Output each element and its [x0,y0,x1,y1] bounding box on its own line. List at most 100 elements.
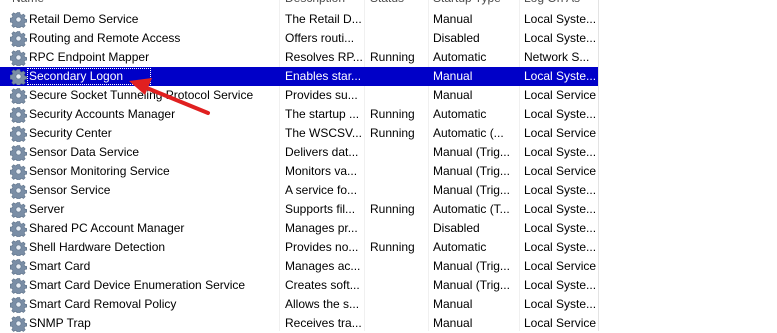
service-status: Running [370,240,415,254]
service-log-on-as: Local Service [524,164,597,178]
service-startup-type: Disabled [433,31,480,45]
service-startup-type: Automatic [433,50,487,64]
service-row[interactable]: Smart Card Removal Policy Allows the s..… [0,295,598,314]
service-startup-type: Automatic [433,107,487,121]
service-row[interactable]: Server Supports fil... Running Automatic… [0,200,598,219]
service-row[interactable]: Routing and Remote Access Offers routi..… [0,29,598,48]
service-name: Smart Card [29,259,91,273]
service-row[interactable]: Security Accounts Manager The startup ..… [0,105,598,124]
service-startup-type: Manual (Trig... [433,183,510,197]
gear-icon [10,278,27,294]
service-status [370,295,428,314]
service-status: Running [370,107,415,121]
service-startup-type: Manual [433,297,473,311]
gear-icon [10,107,27,123]
gear-icon [10,126,27,142]
column-header-description[interactable]: Description [285,0,345,8]
column-header-status[interactable]: Status [370,0,404,8]
service-description: Provides no... [285,240,359,254]
service-row[interactable]: Sensor Monitoring Service Monitors va...… [0,162,598,181]
service-row[interactable]: Security Center The WSCSV... Running Aut… [0,124,598,143]
service-row[interactable]: Smart Card Manages ac... Manual (Trig...… [0,257,598,276]
service-startup-type: Manual (Trig... [433,278,510,292]
service-row[interactable]: SNMP Trap Receives tra... Manual Local S… [0,314,598,333]
gear-icon [10,259,27,275]
service-rows: Retail Demo Service The Retail D... Manu… [0,10,598,333]
service-status: Running [370,50,415,64]
service-row[interactable]: Secondary Logon Enables star... Manual L… [0,67,598,86]
service-status [370,29,428,48]
service-name: Routing and Remote Access [29,31,181,45]
service-name: SNMP Trap [29,316,91,330]
service-description: Allows the s... [285,297,360,311]
service-status [370,143,428,162]
service-startup-type: Automatic [433,240,487,254]
service-log-on-as: Local Syste... [524,145,597,159]
service-log-on-as: Local Syste... [524,69,597,83]
service-name: Security Center [29,126,112,140]
list-right-edge [598,0,599,331]
service-name: Sensor Data Service [29,145,140,159]
gear-icon [10,164,27,180]
column-header-startup-type[interactable]: Startup Type [433,0,501,8]
service-row[interactable]: Secure Socket Tunneling Protocol Service… [0,86,598,105]
service-row[interactable]: Retail Demo Service The Retail D... Manu… [0,10,598,29]
service-row[interactable]: Shell Hardware Detection Provides no... … [0,238,598,257]
service-startup-type: Manual (Trig... [433,259,510,273]
service-log-on-as: Local Syste... [524,107,597,121]
gear-icon [10,50,27,66]
service-status [370,86,428,105]
service-log-on-as: Local Syste... [524,221,597,235]
service-log-on-as: Local Syste... [524,183,597,197]
service-description: The WSCSV... [285,126,362,140]
service-startup-type: Manual (Trig... [433,145,510,159]
service-description: The startup ... [285,107,360,121]
service-log-on-as: Network S... [524,50,590,64]
service-name: Smart Card Removal Policy [29,297,177,311]
service-row[interactable]: Sensor Service A service fo... Manual (T… [0,181,598,200]
service-status [370,219,428,238]
service-description: Supports fil... [285,202,356,216]
service-log-on-as: Local Syste... [524,278,597,292]
service-startup-type: Automatic (T... [433,202,510,216]
service-status [370,276,428,295]
service-name: Shell Hardware Detection [29,240,166,254]
gear-icon [10,221,27,237]
service-description: Resolves RP... [285,50,363,64]
service-description: Manages pr... [285,221,358,235]
service-startup-type: Manual [433,12,473,26]
service-row[interactable]: Shared PC Account Manager Manages pr... … [0,219,598,238]
service-status [370,162,428,181]
service-startup-type: Disabled [433,221,480,235]
service-log-on-as: Local Service [524,316,597,330]
service-name: Smart Card Device Enumeration Service [29,278,246,292]
service-description: Enables star... [285,69,362,83]
gear-icon [10,12,27,28]
service-row[interactable]: RPC Endpoint Mapper Resolves RP... Runni… [0,48,598,67]
service-log-on-as: Local Syste... [524,240,597,254]
service-row[interactable]: Sensor Data Service Delivers dat... Manu… [0,143,598,162]
column-header-name[interactable]: Name [12,0,44,8]
column-header-log-on-as[interactable]: Log On As [524,0,580,8]
service-startup-type: Automatic (... [433,126,504,140]
service-name: Retail Demo Service [29,12,139,26]
service-status [370,314,428,333]
gear-icon [10,316,27,332]
service-log-on-as: Local Syste... [524,31,597,45]
service-description: Provides su... [285,88,358,102]
service-description: Delivers dat... [285,145,359,159]
service-name: Shared PC Account Manager [29,221,185,235]
service-startup-type: Manual [433,316,473,330]
service-row[interactable]: Smart Card Device Enumeration Service Cr… [0,276,598,295]
gear-icon [10,145,27,161]
service-description: Receives tra... [285,316,362,330]
gear-icon [10,88,27,104]
service-description: The Retail D... [285,12,362,26]
column-header: Name Description Status Startup Type Log… [0,0,600,8]
service-log-on-as: Local Service [524,126,597,140]
gear-icon [10,202,27,218]
service-status: Running [370,202,415,216]
service-name: Secure Socket Tunneling Protocol Service [29,88,254,102]
service-log-on-as: Local Syste... [524,202,597,216]
service-description: Monitors va... [285,164,358,178]
